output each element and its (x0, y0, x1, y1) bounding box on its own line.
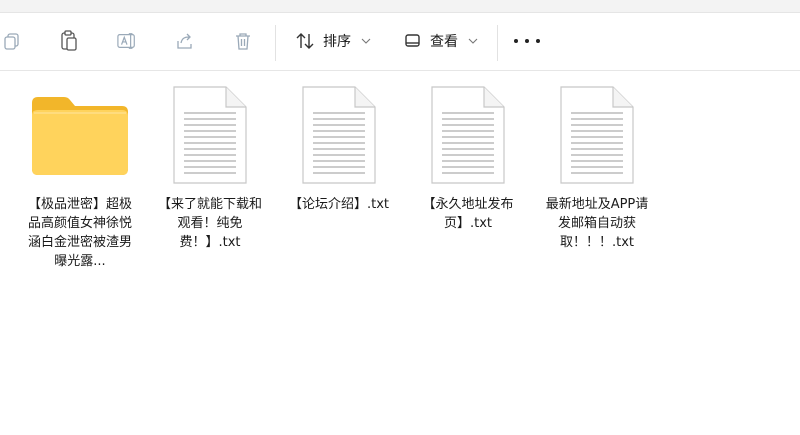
file-item-txt[interactable]: 【论坛介绍】.txt (279, 83, 399, 214)
title-bar-strip (0, 0, 800, 13)
rename-icon (117, 33, 135, 49)
delete-button[interactable] (233, 31, 253, 51)
file-name: 【永久地址发布页】.txt (422, 197, 514, 231)
chevron-down-icon (361, 38, 371, 44)
sort-icon (296, 33, 314, 49)
more-icon (514, 39, 518, 43)
paste-icon (61, 30, 77, 51)
file-name: 【极品泄密】超极品高颜值女神徐悦涵白金泄密被渣男曝光露... (27, 197, 132, 269)
file-item-txt[interactable]: 【来了就能下载和观看！纯免费！】.txt (150, 83, 270, 252)
sort-button[interactable]: 排序 (295, 27, 371, 55)
chevron-down-icon (468, 38, 478, 44)
view-icon (405, 34, 420, 47)
share-icon (177, 33, 192, 49)
toolbar-separator (275, 25, 276, 61)
file-item-txt[interactable]: 【永久地址发布页】.txt (408, 83, 528, 233)
file-item-folder[interactable]: 【极品泄密】超极品高颜值女神徐悦涵白金泄密被渣男曝光露... (20, 83, 140, 271)
sort-label: 排序 (323, 34, 351, 50)
text-document-icon (302, 86, 376, 184)
delete-icon (236, 33, 250, 50)
text-document-icon (173, 86, 247, 184)
share-button[interactable] (175, 31, 195, 51)
copy-icon (4, 33, 19, 50)
file-name: 【论坛介绍】.txt (288, 197, 390, 212)
command-bar: 排序 查看 (0, 13, 800, 71)
view-button[interactable]: 查看 (404, 27, 478, 55)
file-name: 【来了就能下载和观看！纯免费！】.txt (157, 197, 262, 250)
text-document-icon (560, 86, 634, 184)
folder-icon (32, 97, 128, 175)
text-document-icon (431, 86, 505, 184)
file-item-txt[interactable]: 最新地址及APP请发邮箱自动获取！！！.txt (537, 83, 657, 252)
file-name: 最新地址及APP请发邮箱自动获取！！！.txt (545, 197, 649, 250)
more-options-button[interactable] (514, 35, 540, 47)
copy-button[interactable] (2, 31, 22, 51)
toolbar-separator (497, 25, 498, 61)
paste-button[interactable] (59, 30, 79, 51)
view-label: 查看 (430, 34, 458, 50)
rename-button[interactable] (117, 31, 137, 51)
